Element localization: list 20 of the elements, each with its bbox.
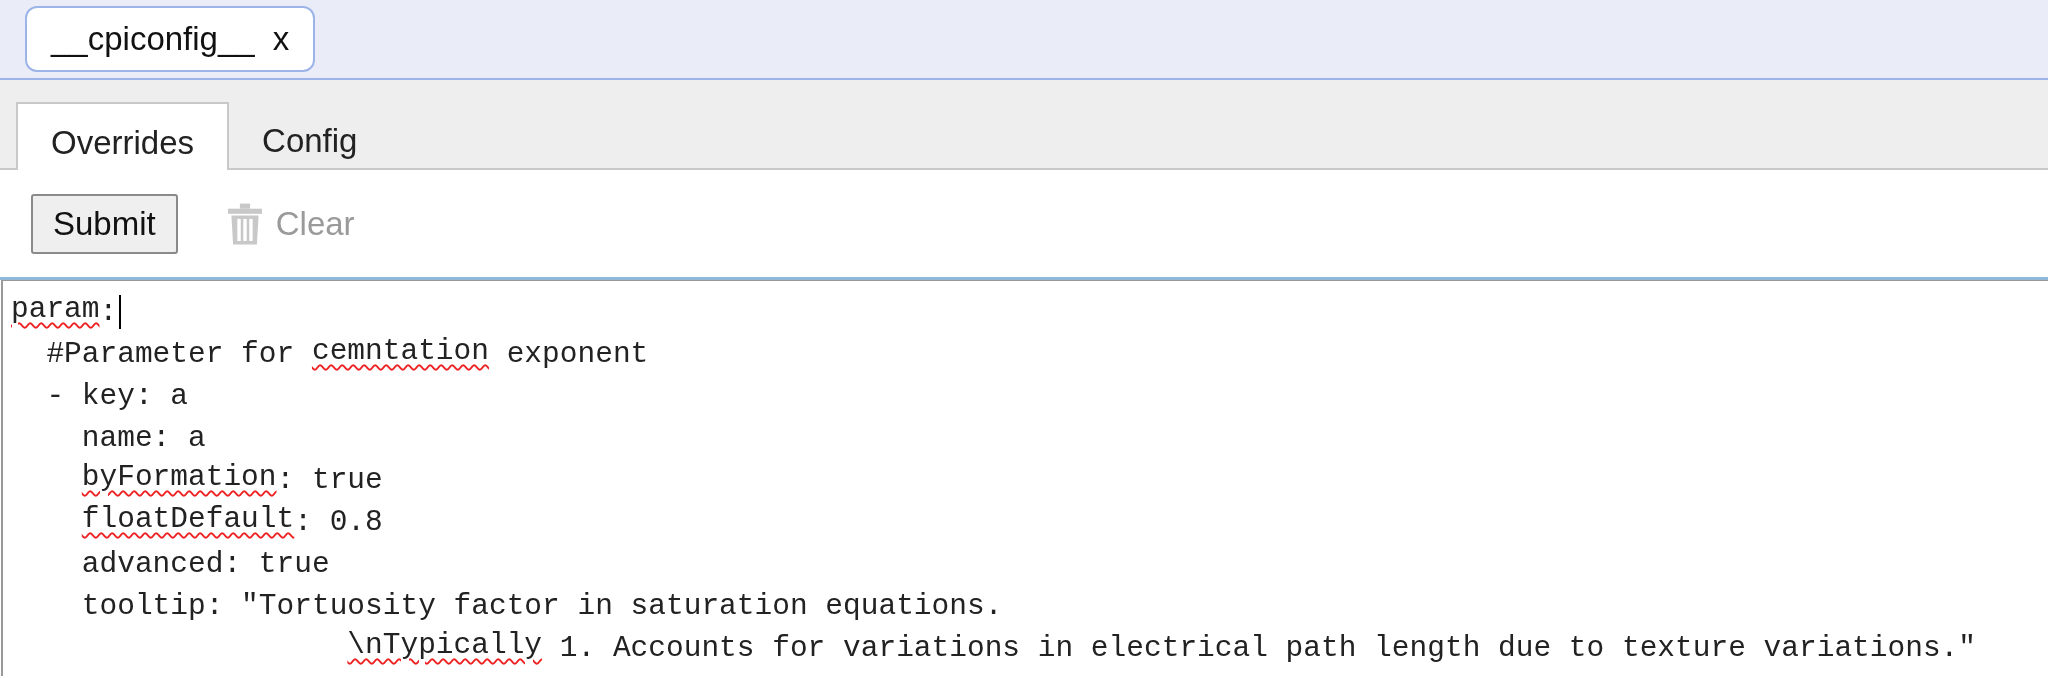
code-text: tooltip: "Tortuosity factor in saturation equations. <box>81 589 1003 623</box>
tab[interactable]: Config <box>229 104 391 170</box>
close-button[interactable]: x <box>272 20 290 58</box>
code-text: advanced: true <box>81 547 330 581</box>
misspelled-word: \nTypically <box>347 630 543 664</box>
code-text: #Parameter for <box>46 337 296 371</box>
code-text: exponent <box>505 337 649 371</box>
code-text: : 0.8 <box>294 505 383 539</box>
misspelled-word: floatDefault <box>81 504 295 538</box>
misspelled-word: param <box>11 294 100 328</box>
code-text: 1. Accounts for variations in electrical path length due to texture variations." <box>558 631 1976 665</box>
misspelled-word: cemntation <box>311 336 489 370</box>
document-tab[interactable]: __cpiconfig__ x <box>25 6 316 72</box>
misspelled-word: byFormation <box>81 462 277 496</box>
code-text: name: a <box>81 421 206 455</box>
code-text: : <box>99 295 118 329</box>
code-text: - key: a <box>46 379 188 413</box>
submit-button[interactable]: Submit <box>31 193 178 254</box>
code-text: : true <box>276 463 383 497</box>
tab[interactable]: Overrides <box>16 102 230 170</box>
